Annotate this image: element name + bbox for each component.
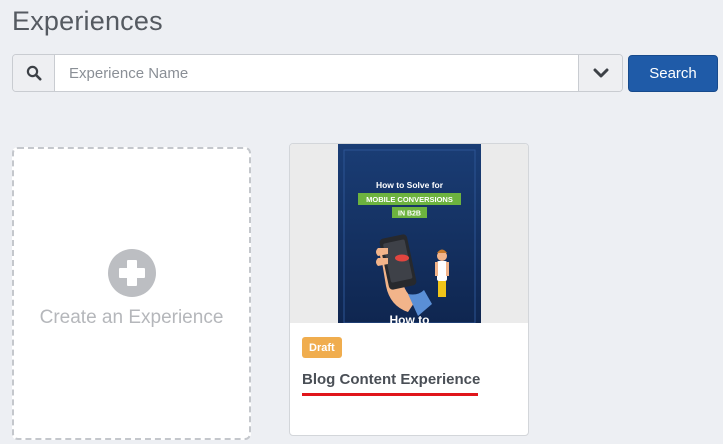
thumbnail-footer: How to	[390, 313, 430, 323]
create-experience-card[interactable]: Create an Experience	[12, 147, 251, 440]
search-addon[interactable]	[13, 55, 55, 91]
search-bar	[12, 54, 623, 92]
experience-card[interactable]: How to Solve for MOBILE CONVERSIONS IN B…	[289, 143, 529, 436]
experience-title[interactable]: Blog Content Experience	[302, 371, 480, 388]
chevron-down-icon	[593, 68, 608, 78]
search-button[interactable]: Search	[628, 55, 718, 92]
search-input[interactable]	[55, 55, 578, 91]
page-title: Experiences	[12, 6, 163, 36]
search-dropdown-toggle[interactable]	[578, 55, 622, 91]
plus-circle-icon	[108, 249, 156, 297]
thumbnail-line3: IN B2B	[398, 211, 421, 218]
thumbnail-line1: How to Solve for	[376, 180, 444, 190]
status-badge: Draft	[302, 337, 342, 358]
experience-thumbnail: How to Solve for MOBILE CONVERSIONS IN B…	[290, 144, 528, 323]
search-icon	[26, 65, 41, 81]
highlight-underline	[302, 393, 478, 396]
thumbnail-image: How to Solve for MOBILE CONVERSIONS IN B…	[338, 144, 481, 323]
create-experience-label: Create an Experience	[39, 307, 224, 328]
thumbnail-line2: MOBILE CONVERSIONS	[366, 195, 453, 204]
